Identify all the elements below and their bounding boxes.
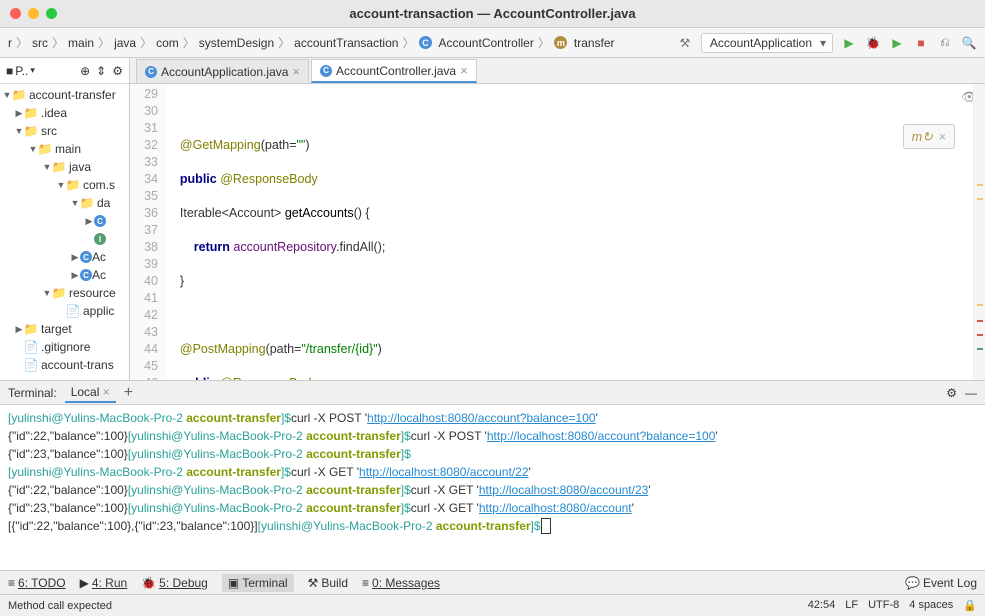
- collapse-all-icon[interactable]: ⇕: [96, 64, 106, 78]
- debug-icon[interactable]: 🐞: [865, 35, 881, 51]
- stop-icon[interactable]: ■: [913, 35, 929, 51]
- tree-row[interactable]: ▶C: [0, 212, 129, 230]
- class-icon: C: [94, 215, 106, 227]
- zoom-window[interactable]: [46, 8, 57, 19]
- editor-tab[interactable]: C AccountController.java ×: [311, 59, 477, 83]
- editor-tabs: C AccountApplication.java × C AccountCon…: [130, 58, 985, 84]
- hide-terminal-icon[interactable]: —: [965, 386, 977, 400]
- line-gutter: 293031323334353637383940414243444546: [130, 84, 166, 380]
- terminal-tab-selector[interactable]: ▣ Terminal: [222, 574, 294, 592]
- crumb[interactable]: r: [8, 36, 12, 50]
- debug-tab[interactable]: 🐞 5: Debug: [141, 576, 208, 590]
- todo-tab[interactable]: ≡ 6: TODO: [8, 576, 66, 590]
- tree-row[interactable]: ▼📁da: [0, 194, 129, 212]
- build-tab[interactable]: ⚒ Build: [308, 576, 348, 590]
- event-log-tab[interactable]: 💬 Event Log: [905, 576, 977, 590]
- tree-row[interactable]: ▶C Ac: [0, 248, 129, 266]
- code-editor[interactable]: 👁 m↻ × 293031323334353637383940414243444…: [130, 84, 985, 380]
- close-tab-icon[interactable]: ×: [460, 63, 468, 78]
- status-message: Method call expected: [8, 600, 112, 612]
- indent-indicator[interactable]: 4 spaces: [909, 599, 953, 612]
- lock-icon[interactable]: 🔒: [963, 599, 977, 612]
- crumb[interactable]: src: [32, 36, 48, 50]
- crumb[interactable]: com: [156, 36, 179, 50]
- close-window[interactable]: [10, 8, 21, 19]
- terminal-tab[interactable]: Local ×: [65, 383, 116, 403]
- tree-row[interactable]: ▼📁src: [0, 122, 129, 140]
- run-config-label: AccountApplication: [710, 36, 812, 50]
- close-icon[interactable]: ×: [103, 385, 110, 399]
- search-icon[interactable]: 🔍: [961, 35, 977, 51]
- minimize-window[interactable]: [28, 8, 39, 19]
- tree-row[interactable]: ▶📁target: [0, 320, 129, 338]
- terminal-panel: Terminal: Local × + ⚙ — [yulinshi@Yulins…: [0, 380, 985, 570]
- build-icon[interactable]: ⚒: [677, 35, 693, 51]
- crumb[interactable]: transfer: [574, 36, 615, 50]
- run-configuration-selector[interactable]: AccountApplication: [701, 33, 833, 53]
- traffic-lights: [10, 8, 57, 19]
- crumb[interactable]: AccountController: [438, 36, 533, 50]
- project-header: ■ P.. ▾ ⊕ ⇕ ⚙: [0, 58, 129, 84]
- editor-tab[interactable]: C AccountApplication.java ×: [136, 59, 309, 83]
- close-tab-icon[interactable]: ×: [292, 64, 300, 79]
- titlebar: account-transaction — AccountController.…: [0, 0, 985, 28]
- project-panel: ■ P.. ▾ ⊕ ⇕ ⚙ ▼📁account-transfer ▶📁.idea…: [0, 58, 130, 380]
- tree-row[interactable]: ▼📁com.s: [0, 176, 129, 194]
- tree-row[interactable]: ▼📁java: [0, 158, 129, 176]
- tree-row[interactable]: 📄applic: [0, 302, 129, 320]
- navigation-bar: r〉 src〉 main〉 java〉 com〉 systemDesign〉 a…: [0, 28, 985, 58]
- project-view-selector[interactable]: ■ P.. ▾: [6, 64, 35, 78]
- code-content[interactable]: @GetMapping(path="") public @ResponseBod…: [166, 84, 973, 380]
- run-icon[interactable]: ▶: [841, 35, 857, 51]
- tree-row[interactable]: I: [0, 230, 129, 248]
- tree-row[interactable]: 📄account-trans: [0, 356, 129, 374]
- error-stripe[interactable]: [973, 84, 985, 380]
- coverage-icon[interactable]: ▶: [889, 35, 905, 51]
- settings-gear-icon[interactable]: ⚙: [112, 64, 123, 78]
- tree-row[interactable]: ▼📁resource: [0, 284, 129, 302]
- encoding-indicator[interactable]: UTF-8: [868, 599, 899, 612]
- class-icon: C: [320, 65, 332, 77]
- line-separator-indicator[interactable]: LF: [845, 599, 858, 612]
- project-tree[interactable]: ▼📁account-transfer ▶📁.idea ▼📁src ▼📁main …: [0, 84, 129, 380]
- terminal-body[interactable]: [yulinshi@Yulins-MacBook-Pro-2 account-t…: [0, 405, 985, 570]
- status-bar: Method call expected 42:54 LF UTF-8 4 sp…: [0, 594, 985, 616]
- new-terminal-icon[interactable]: +: [124, 384, 133, 402]
- tool-window-tabs: ≡ 6: TODO ▶ 4: Run 🐞 5: Debug ▣ Terminal…: [0, 570, 985, 594]
- tree-row[interactable]: 📄.gitignore: [0, 338, 129, 356]
- messages-tab[interactable]: ≡ 0: Messages: [362, 576, 440, 590]
- crumb[interactable]: java: [114, 36, 136, 50]
- crumb[interactable]: accountTransaction: [294, 36, 398, 50]
- terminal-title: Terminal:: [8, 386, 57, 400]
- method-icon: m: [554, 36, 567, 49]
- line-column-indicator[interactable]: 42:54: [808, 599, 836, 612]
- class-icon: C: [419, 36, 432, 49]
- tree-row[interactable]: ▼📁account-transfer: [0, 86, 129, 104]
- run-tab[interactable]: ▶ 4: Run: [80, 576, 128, 590]
- interface-icon: I: [94, 233, 106, 245]
- crumb[interactable]: systemDesign: [199, 36, 274, 50]
- tree-row[interactable]: ▶📁.idea: [0, 104, 129, 122]
- tree-row[interactable]: ▼📁main: [0, 140, 129, 158]
- vcs-icon[interactable]: ⎌: [937, 35, 953, 51]
- class-icon: C: [80, 269, 92, 281]
- class-icon: C: [145, 66, 157, 78]
- terminal-settings-icon[interactable]: ⚙: [946, 386, 957, 400]
- tree-row[interactable]: ▶C Ac: [0, 266, 129, 284]
- crumb-sep: 〉: [16, 34, 28, 51]
- tab-label: AccountController.java: [336, 64, 456, 78]
- class-icon: C: [80, 251, 92, 263]
- editor-area: C AccountApplication.java × C AccountCon…: [130, 58, 985, 380]
- window-title: account-transaction — AccountController.…: [349, 6, 635, 21]
- crumb[interactable]: main: [68, 36, 94, 50]
- tab-label: AccountApplication.java: [161, 65, 288, 79]
- terminal-header: Terminal: Local × + ⚙ —: [0, 381, 985, 405]
- main-area: ■ P.. ▾ ⊕ ⇕ ⚙ ▼📁account-transfer ▶📁.idea…: [0, 58, 985, 380]
- select-opened-icon[interactable]: ⊕: [80, 64, 90, 78]
